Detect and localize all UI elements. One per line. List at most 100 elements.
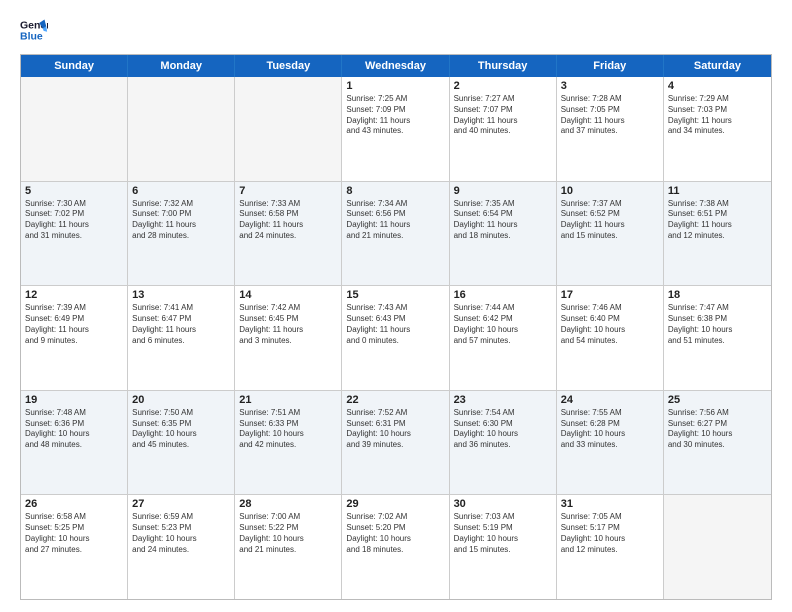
header-day-monday: Monday [128,55,235,77]
day-cell-20: 20 Sunrise: 7:50 AM Sunset: 6:35 PM Dayli… [128,391,235,495]
day-info: Sunrise: 7:39 AM Sunset: 6:49 PM Dayligh… [25,303,123,346]
header: General Blue [20,16,772,44]
day-info: Sunrise: 7:56 AM Sunset: 6:27 PM Dayligh… [668,408,767,451]
day-info: Sunrise: 6:58 AM Sunset: 5:25 PM Dayligh… [25,512,123,555]
day-cell-2: 2Sunrise: 7:27 AM Sunset: 7:07 PM Daylig… [450,77,557,181]
day-cell-17: 17 Sunrise: 7:46 AM Sunset: 6:40 PM Dayli… [557,286,664,390]
day-info: Sunrise: 7:05 AM Sunset: 5:17 PM Dayligh… [561,512,659,555]
day-number: 7 [239,185,337,197]
day-cell-18: 18 Sunrise: 7:47 AM Sunset: 6:38 PM Dayli… [664,286,771,390]
day-number: 29 [346,498,444,510]
header-day-friday: Friday [557,55,664,77]
day-number: 8 [346,185,444,197]
day-number: 14 [239,289,337,301]
day-number: 27 [132,498,230,510]
logo-icon: General Blue [20,16,48,44]
day-cell-14: 14 Sunrise: 7:42 AM Sunset: 6:45 PM Dayli… [235,286,342,390]
calendar-row-2: 5 Sunrise: 7:30 AM Sunset: 7:02 PM Daylig… [21,181,771,286]
day-number: 5 [25,185,123,197]
day-cell-23: 23Sunrise: 7:54 AM Sunset: 6:30 PM Dayli… [450,391,557,495]
calendar-row-3: 12 Sunrise: 7:39 AM Sunset: 6:49 PM Dayli… [21,285,771,390]
day-number: 17 [561,289,659,301]
day-number: 6 [132,185,230,197]
day-info: Sunrise: 7:33 AM Sunset: 6:58 PM Dayligh… [239,199,337,242]
day-number: 20 [132,394,230,406]
day-info: Sunrise: 7:46 AM Sunset: 6:40 PM Dayligh… [561,303,659,346]
day-cell-31: 31 Sunrise: 7:05 AM Sunset: 5:17 PM Dayli… [557,495,664,599]
day-cell-19: 19 Sunrise: 7:48 AM Sunset: 6:36 PM Dayli… [21,391,128,495]
day-info: Sunrise: 7:51 AM Sunset: 6:33 PM Dayligh… [239,408,337,451]
day-cell-7: 7 Sunrise: 7:33 AM Sunset: 6:58 PM Daylig… [235,182,342,286]
day-cell-24: 24 Sunrise: 7:55 AM Sunset: 6:28 PM Dayli… [557,391,664,495]
calendar-header: SundayMondayTuesdayWednesdayThursdayFrid… [21,55,771,77]
day-cell-8: 8 Sunrise: 7:34 AM Sunset: 6:56 PM Daylig… [342,182,449,286]
day-number: 25 [668,394,767,406]
day-cell-10: 10Sunrise: 7:37 AM Sunset: 6:52 PM Dayli… [557,182,664,286]
calendar: SundayMondayTuesdayWednesdayThursdayFrid… [20,54,772,600]
day-info: Sunrise: 7:48 AM Sunset: 6:36 PM Dayligh… [25,408,123,451]
day-number: 24 [561,394,659,406]
day-info: Sunrise: 7:50 AM Sunset: 6:35 PM Dayligh… [132,408,230,451]
day-number: 15 [346,289,444,301]
day-cell-4: 4Sunrise: 7:29 AM Sunset: 7:03 PM Daylig… [664,77,771,181]
day-info: Sunrise: 7:03 AM Sunset: 5:19 PM Dayligh… [454,512,552,555]
header-day-tuesday: Tuesday [235,55,342,77]
day-cell-29: 29 Sunrise: 7:02 AM Sunset: 5:20 PM Dayli… [342,495,449,599]
header-day-wednesday: Wednesday [342,55,449,77]
day-info: Sunrise: 7:32 AM Sunset: 7:00 PM Dayligh… [132,199,230,242]
day-number: 28 [239,498,337,510]
calendar-row-4: 19 Sunrise: 7:48 AM Sunset: 6:36 PM Dayli… [21,390,771,495]
day-cell-16: 16 Sunrise: 7:44 AM Sunset: 6:42 PM Dayli… [450,286,557,390]
day-cell-27: 27 Sunrise: 6:59 AM Sunset: 5:23 PM Dayli… [128,495,235,599]
empty-cell [235,77,342,181]
day-number: 13 [132,289,230,301]
day-cell-13: 13 Sunrise: 7:41 AM Sunset: 6:47 PM Dayli… [128,286,235,390]
day-number: 21 [239,394,337,406]
day-cell-9: 9Sunrise: 7:35 AM Sunset: 6:54 PM Daylig… [450,182,557,286]
day-number: 19 [25,394,123,406]
day-info: Sunrise: 7:30 AM Sunset: 7:02 PM Dayligh… [25,199,123,242]
day-info: Sunrise: 7:42 AM Sunset: 6:45 PM Dayligh… [239,303,337,346]
day-number: 4 [668,80,767,92]
calendar-row-1: 1Sunrise: 7:25 AM Sunset: 7:09 PM Daylig… [21,77,771,181]
day-info: Sunrise: 7:43 AM Sunset: 6:43 PM Dayligh… [346,303,444,346]
day-info: Sunrise: 7:44 AM Sunset: 6:42 PM Dayligh… [454,303,552,346]
day-cell-5: 5 Sunrise: 7:30 AM Sunset: 7:02 PM Daylig… [21,182,128,286]
day-info: Sunrise: 7:55 AM Sunset: 6:28 PM Dayligh… [561,408,659,451]
day-info: Sunrise: 7:47 AM Sunset: 6:38 PM Dayligh… [668,303,767,346]
day-cell-26: 26 Sunrise: 6:58 AM Sunset: 5:25 PM Dayli… [21,495,128,599]
day-cell-28: 28 Sunrise: 7:00 AM Sunset: 5:22 PM Dayli… [235,495,342,599]
calendar-body: 1Sunrise: 7:25 AM Sunset: 7:09 PM Daylig… [21,77,771,599]
day-number: 23 [454,394,552,406]
day-cell-11: 11Sunrise: 7:38 AM Sunset: 6:51 PM Dayli… [664,182,771,286]
day-number: 31 [561,498,659,510]
day-number: 10 [561,185,659,197]
day-cell-22: 22 Sunrise: 7:52 AM Sunset: 6:31 PM Dayli… [342,391,449,495]
day-cell-12: 12 Sunrise: 7:39 AM Sunset: 6:49 PM Dayli… [21,286,128,390]
day-info: Sunrise: 6:59 AM Sunset: 5:23 PM Dayligh… [132,512,230,555]
day-info: Sunrise: 7:41 AM Sunset: 6:47 PM Dayligh… [132,303,230,346]
day-cell-3: 3Sunrise: 7:28 AM Sunset: 7:05 PM Daylig… [557,77,664,181]
day-info: Sunrise: 7:02 AM Sunset: 5:20 PM Dayligh… [346,512,444,555]
day-number: 26 [25,498,123,510]
day-cell-1: 1Sunrise: 7:25 AM Sunset: 7:09 PM Daylig… [342,77,449,181]
day-info: Sunrise: 7:34 AM Sunset: 6:56 PM Dayligh… [346,199,444,242]
day-info: Sunrise: 7:00 AM Sunset: 5:22 PM Dayligh… [239,512,337,555]
header-day-thursday: Thursday [450,55,557,77]
day-cell-30: 30 Sunrise: 7:03 AM Sunset: 5:19 PM Dayli… [450,495,557,599]
day-number: 30 [454,498,552,510]
day-info: Sunrise: 7:27 AM Sunset: 7:07 PM Dayligh… [454,94,552,137]
day-number: 22 [346,394,444,406]
page: General Blue SundayMondayTuesdayWednesda… [0,0,792,612]
logo: General Blue [20,16,48,44]
day-number: 18 [668,289,767,301]
day-number: 12 [25,289,123,301]
svg-text:Blue: Blue [20,31,43,43]
day-number: 1 [346,80,444,92]
day-info: Sunrise: 7:52 AM Sunset: 6:31 PM Dayligh… [346,408,444,451]
day-number: 16 [454,289,552,301]
day-cell-15: 15 Sunrise: 7:43 AM Sunset: 6:43 PM Dayli… [342,286,449,390]
empty-cell [128,77,235,181]
day-info: Sunrise: 7:35 AM Sunset: 6:54 PM Dayligh… [454,199,552,242]
day-cell-6: 6 Sunrise: 7:32 AM Sunset: 7:00 PM Daylig… [128,182,235,286]
